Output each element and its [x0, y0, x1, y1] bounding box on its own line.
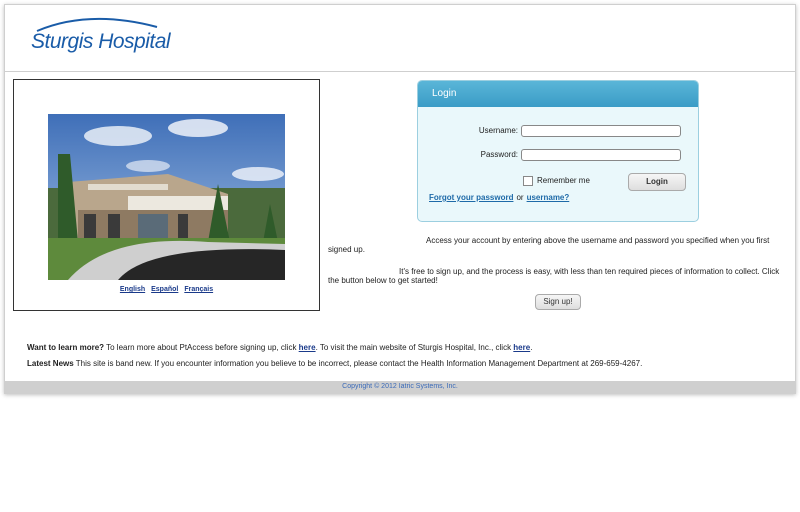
learn-more-text: Want to learn more? To learn more about … — [27, 343, 532, 352]
photo-panel: English Español Français — [13, 79, 320, 311]
hospital-logo[interactable]: Sturgis Hospital — [29, 13, 179, 57]
learn-text-1: To learn more about PtAccess before sign… — [104, 343, 299, 352]
hospital-photo — [48, 114, 285, 280]
signup-info-text: It's free to sign up, and the process is… — [328, 267, 780, 285]
login-button[interactable]: Login — [628, 173, 686, 191]
username-input[interactable] — [521, 125, 681, 137]
remember-me-label: Remember me — [537, 176, 590, 186]
password-input[interactable] — [521, 149, 681, 161]
forgot-password-link[interactable]: Forgot your password — [429, 193, 513, 202]
password-label: Password: — [480, 150, 518, 159]
header: Sturgis Hospital — [5, 5, 795, 72]
website-here-link[interactable]: here — [513, 343, 530, 352]
forgot-links: Forgot your password or username? — [429, 193, 569, 202]
latest-news-body: This site is band new. If you encounter … — [73, 359, 643, 368]
page-container: Sturgis Hospital English Español Françai… — [4, 4, 796, 394]
login-title: Login — [418, 81, 698, 107]
username-label: Username: — [478, 126, 518, 135]
copyright-footer: Copyright © 2012 Iatric Systems, Inc. — [5, 381, 795, 393]
login-panel: Login Username: Password: Remember me Lo… — [417, 80, 699, 222]
remember-me-checkbox[interactable] — [523, 176, 533, 186]
language-links: English Español Français — [14, 286, 319, 293]
ptaccess-here-link[interactable]: here — [299, 343, 316, 352]
latest-news-text: Latest News This site is band new. If yo… — [27, 359, 642, 368]
lang-espanol-link[interactable]: Español — [151, 286, 178, 293]
learn-more-heading: Want to learn more? — [27, 343, 105, 352]
lang-francais-link[interactable]: Français — [184, 286, 213, 293]
access-info-text: Access your account by entering above th… — [328, 236, 770, 254]
forgot-username-link[interactable]: username? — [527, 193, 570, 202]
learn-text-2: . To visit the main website of Sturgis H… — [315, 343, 514, 352]
remember-me: Remember me — [523, 176, 590, 186]
latest-news-heading: Latest News — [27, 359, 74, 368]
or-text: or — [516, 193, 524, 202]
learn-text-3: . — [530, 343, 533, 352]
lang-english-link[interactable]: English — [120, 286, 145, 293]
logo-text: Sturgis Hospital — [31, 30, 171, 53]
signup-button[interactable]: Sign up! — [535, 294, 581, 310]
